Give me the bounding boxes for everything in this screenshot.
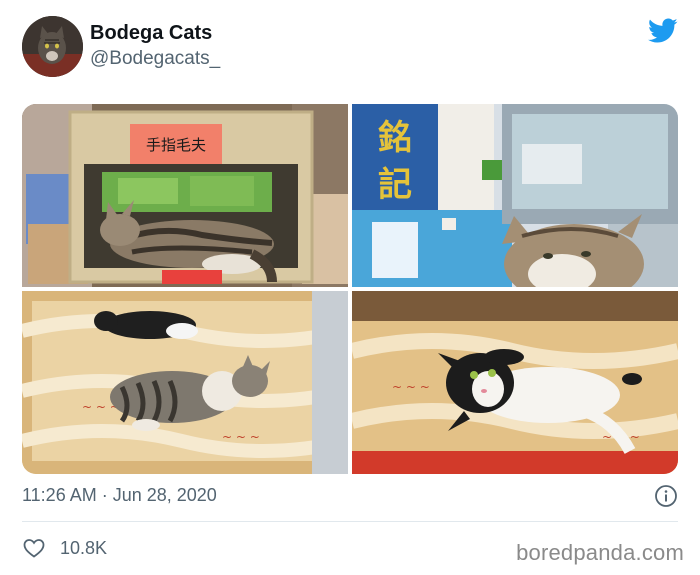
svg-text:~ ~ ~: ~ ~ ~ — [392, 380, 430, 394]
photo-two-cats-on-bags[interactable]: ~ ~ ~ ~ ~ ~ — [22, 291, 348, 474]
heart-icon — [23, 539, 45, 558]
photo-cat-in-basket[interactable]: 手指毛夫 — [22, 104, 348, 287]
divider — [22, 521, 678, 522]
info-icon[interactable] — [654, 484, 678, 508]
tweet-timestamp[interactable]: 11:26 AM · Jun 28, 2020 — [22, 485, 217, 506]
svg-text:記: 記 — [378, 165, 412, 205]
like-button[interactable]: 10.8K — [22, 535, 107, 561]
like-count: 10.8K — [60, 537, 108, 558]
twitter-bird-icon[interactable] — [648, 18, 678, 44]
media-grid: 手指毛夫 銘 記 ~ ~ ~ ~ ~ ~ ~ ~ ~ ~ ~ ~ — [22, 104, 678, 474]
author-handle[interactable]: @Bodegacats_ — [90, 48, 220, 70]
sign-text: 手指毛夫 — [146, 136, 206, 154]
author-avatar[interactable] — [22, 16, 83, 77]
cat-avatar-image — [22, 16, 83, 77]
photo-cat-on-back[interactable]: ~ ~ ~ ~ ~ ~ — [352, 291, 678, 474]
author-display-name[interactable]: Bodega Cats — [90, 22, 212, 45]
watermark: boredpanda.com — [516, 540, 684, 565]
photo-cat-at-counter[interactable]: 銘 記 — [352, 104, 678, 287]
svg-text:~ ~ ~: ~ ~ ~ — [222, 430, 260, 444]
shop-sign-text: 銘 — [378, 118, 412, 158]
